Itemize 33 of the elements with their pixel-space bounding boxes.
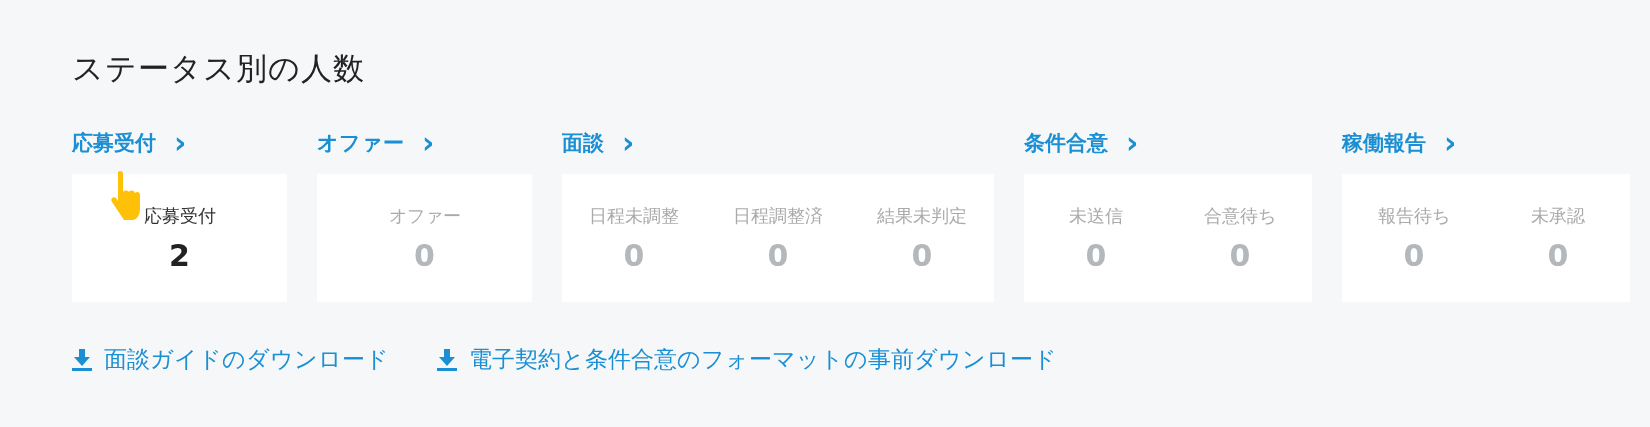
status-count: 0 xyxy=(1403,237,1425,273)
download-link[interactable]: 面談ガイドのダウンロード xyxy=(72,344,389,375)
status-link[interactable]: オファー › xyxy=(317,128,532,158)
status-label: 報告待ち xyxy=(1378,203,1450,228)
status-count: 0 xyxy=(623,237,645,273)
download-icon xyxy=(72,348,92,371)
status-count: 0 xyxy=(1547,237,1569,273)
status-link[interactable]: 稼働報告 › xyxy=(1342,128,1630,158)
status-link[interactable]: 条件合意 › xyxy=(1024,128,1312,158)
status-label: 合意待ち xyxy=(1204,203,1276,228)
status-label: 未送信 xyxy=(1069,203,1123,228)
chevron-icon: › xyxy=(422,131,435,155)
chevron-icon: › xyxy=(1444,131,1457,155)
status-count: 0 xyxy=(911,237,933,273)
chevron-icon: › xyxy=(174,131,187,155)
download-link[interactable]: 電子契約と条件合意のフォーマットの事前ダウンロード xyxy=(437,344,1057,375)
status-count: 0 xyxy=(767,237,789,273)
status-label: オファー xyxy=(388,203,461,228)
status-count: 2 xyxy=(169,237,190,273)
status-label: 結果未判定 xyxy=(877,203,967,228)
status-count: 0 xyxy=(1085,237,1107,273)
chevron-icon: › xyxy=(622,131,635,155)
download-icon xyxy=(437,348,457,371)
status-label: 日程未調整 xyxy=(589,203,679,228)
status-count: 0 xyxy=(1229,237,1251,273)
chevron-icon: › xyxy=(1126,131,1139,155)
status-count: 0 xyxy=(414,237,435,273)
status-label: 日程調整済 xyxy=(733,203,823,228)
status-link[interactable]: 応募受付 › xyxy=(72,128,287,158)
section-title: ステータス別の人数 xyxy=(72,49,366,88)
status-label: 未承認 xyxy=(1531,203,1585,228)
status-label: 応募受付 xyxy=(143,203,216,228)
status-link[interactable]: 面談 › xyxy=(562,128,994,158)
